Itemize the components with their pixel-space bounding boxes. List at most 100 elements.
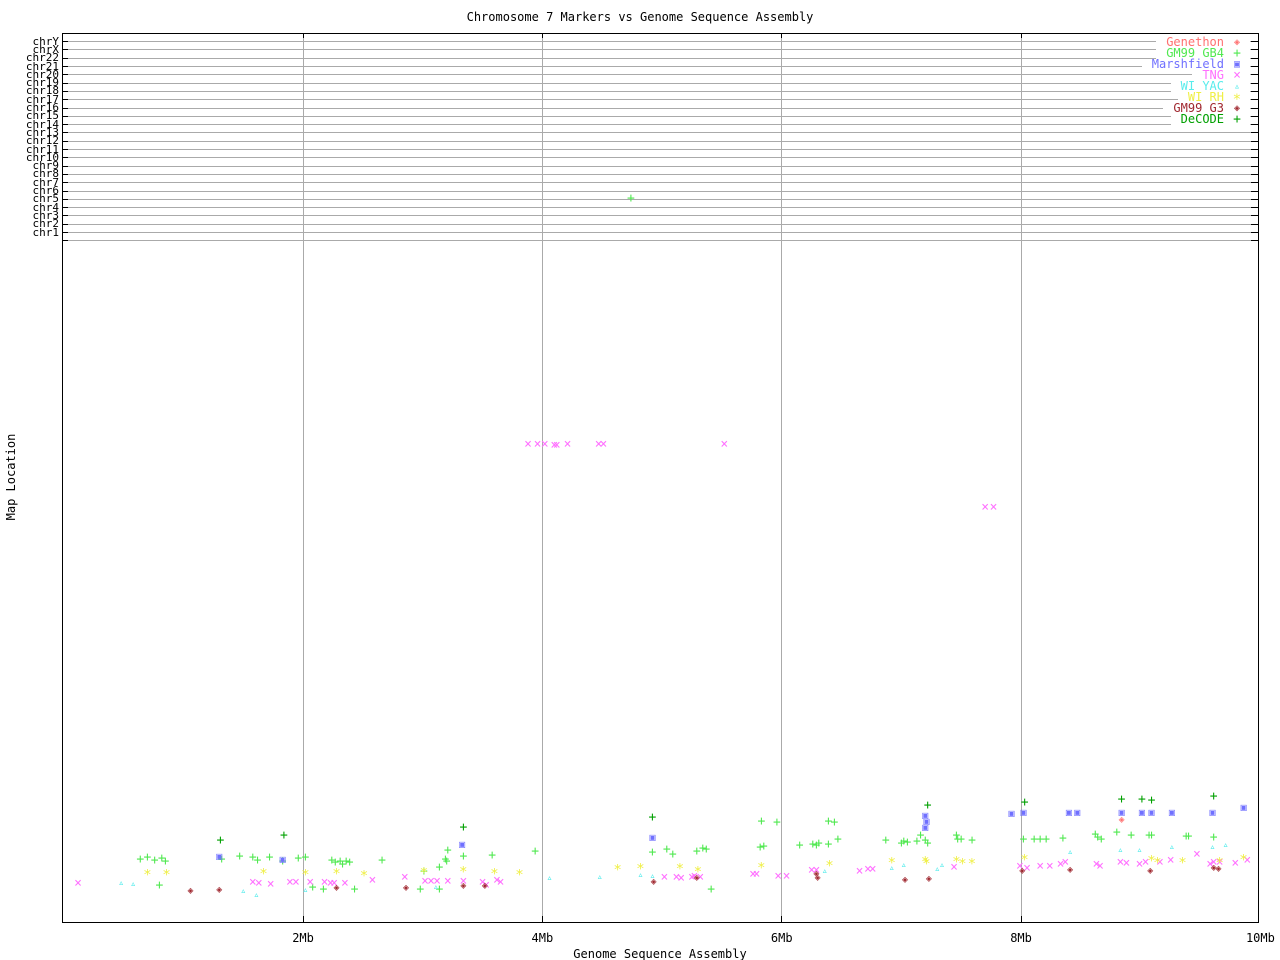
- data-point: +: [1112, 824, 1121, 840]
- x-axis-tick: [541, 33, 543, 38]
- y-axis-tick: [1251, 149, 1258, 151]
- data-point: +: [155, 877, 164, 893]
- data-point: +: [923, 797, 932, 813]
- data-point: ▣: [1074, 807, 1081, 819]
- data-point: ∗: [1239, 849, 1248, 866]
- chromosome-gridline: [63, 57, 1257, 59]
- data-point: +: [1138, 791, 1146, 807]
- data-point: +: [903, 834, 912, 850]
- x-axis-tick-label: 10Mb: [1245, 931, 1275, 945]
- y-axis-tick: [1251, 140, 1258, 142]
- y-axis-tick: [62, 74, 68, 76]
- data-point: +: [1117, 791, 1126, 807]
- data-point: ×: [599, 436, 608, 452]
- data-point: ×: [868, 861, 877, 877]
- y-axis-tick: [1251, 41, 1258, 43]
- asterisk-icon: ∗: [1232, 88, 1242, 105]
- data-point: +: [1127, 827, 1136, 843]
- chromosome-gridline: [63, 240, 1257, 242]
- data-point: ∗: [757, 857, 766, 874]
- y-axis-tick: [1251, 82, 1258, 84]
- data-point: ∗: [490, 863, 499, 880]
- y-axis-tick: [1251, 107, 1258, 109]
- data-point: ◈: [187, 885, 194, 897]
- y-axis-tick: [1251, 66, 1258, 67]
- data-point: ×: [981, 499, 990, 515]
- chromosome-gridline: [63, 99, 1257, 101]
- data-point: ▣: [1020, 807, 1027, 819]
- data-point: ▣: [1168, 807, 1175, 819]
- data-point: +: [488, 847, 497, 863]
- y-axis-tick: [1251, 165, 1258, 167]
- y-axis-tick: [62, 165, 68, 167]
- legend-label: DeCODE: [1180, 111, 1224, 126]
- vertical-gridline: [1020, 33, 1022, 922]
- chromosome-gridline: [63, 140, 1257, 142]
- chromosome-gridline: [63, 149, 1257, 151]
- data-point: ×: [660, 869, 669, 885]
- chart-canvas: Chromosome 7 Markers vs Genome Sequence …: [0, 0, 1280, 960]
- data-point: +: [923, 835, 932, 851]
- x-axis-tick: [1020, 916, 1022, 922]
- data-point: +: [830, 814, 839, 830]
- data-point: ×: [552, 437, 561, 453]
- data-point: ◈: [693, 872, 700, 884]
- chromosome-gridline: [63, 190, 1257, 192]
- data-point: +: [216, 832, 225, 848]
- data-point: ∗: [1153, 852, 1162, 869]
- x-axis-tick-label: 6Mb: [770, 931, 793, 945]
- data-point: ▵: [302, 884, 309, 896]
- data-point: ▵: [432, 881, 439, 893]
- chromosome-gridline: [63, 49, 1257, 51]
- data-point: ◈: [1215, 863, 1222, 875]
- x-axis-tick: [302, 916, 304, 922]
- data-point: +: [279, 827, 288, 843]
- data-point: +: [702, 841, 711, 857]
- y-axis-tick: [62, 232, 68, 234]
- y-axis-tick: [62, 49, 68, 51]
- data-point: ∗: [143, 864, 152, 881]
- data-point: ×: [74, 875, 82, 891]
- data-point: ×: [1231, 855, 1240, 871]
- data-point: ◈: [1147, 865, 1154, 877]
- data-point: ▵: [1117, 844, 1124, 856]
- data-point: +: [1184, 828, 1193, 844]
- data-point: ×: [1096, 858, 1104, 874]
- data-point: ∗: [419, 862, 429, 879]
- chromosome-gridline: [63, 66, 1257, 67]
- x-axis-tick: [781, 33, 783, 38]
- data-point: ∗: [967, 853, 977, 870]
- chromosome-gridline: [63, 41, 1257, 43]
- data-point: +: [1020, 794, 1029, 810]
- chromosome-gridline: [63, 165, 1257, 167]
- data-point: +: [350, 881, 359, 897]
- data-point: ×: [989, 499, 998, 515]
- data-point: +: [648, 844, 657, 860]
- x-axis-tick-label: 4Mb: [531, 931, 554, 945]
- y-axis-tick: [62, 157, 68, 159]
- chromosome-gridline: [63, 157, 1257, 159]
- data-point: ◈: [901, 874, 908, 886]
- data-point: ×: [855, 863, 864, 879]
- data-point: ×: [782, 868, 791, 884]
- data-point: ∗: [259, 863, 268, 880]
- y-axis-tick: [62, 107, 68, 109]
- y-axis-tick: [1251, 124, 1258, 126]
- y-axis-tick: [62, 57, 68, 59]
- data-point: ×: [291, 874, 300, 890]
- data-point: ×: [341, 875, 349, 891]
- data-point: ×: [1122, 855, 1131, 871]
- data-point: ▵: [1209, 841, 1216, 853]
- data-point: +: [648, 809, 657, 825]
- data-point: ◈: [814, 872, 821, 884]
- data-point: +: [968, 832, 976, 848]
- y-axis-tick: [62, 90, 68, 92]
- data-point: ∗: [613, 859, 622, 876]
- data-point: ▣: [459, 839, 466, 851]
- data-point: +: [795, 837, 804, 853]
- data-point: ×: [563, 436, 572, 452]
- data-point: +: [265, 849, 274, 865]
- data-point: ∗: [1178, 852, 1187, 869]
- y-axis-tick: [1251, 115, 1258, 117]
- y-axis-tick: [62, 132, 68, 134]
